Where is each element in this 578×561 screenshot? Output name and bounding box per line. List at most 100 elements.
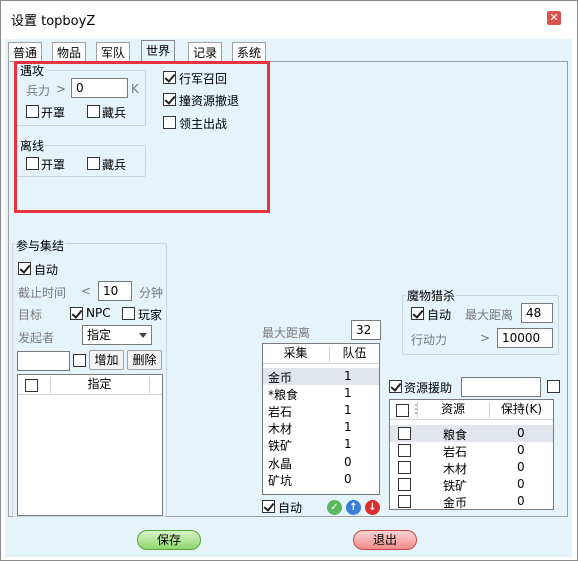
gather-row-value: 1	[344, 420, 352, 434]
gather-row[interactable]: *粮食 1	[263, 385, 379, 402]
monster-max-distance-input[interactable]: 48	[521, 303, 553, 323]
rally-player-checkbox[interactable]	[122, 307, 135, 320]
exit-button[interactable]: 退出	[353, 530, 417, 550]
gather-max-distance-label: 最大距离	[262, 326, 311, 340]
gather-row[interactable]: 木材 1	[263, 419, 379, 436]
monster-auto-label: 自动	[427, 308, 452, 322]
rally-add-button[interactable]: 增加	[89, 350, 124, 370]
gather-row[interactable]: 矿坑 0	[263, 471, 379, 488]
gather-row-value: 1	[344, 369, 352, 383]
gather-row-name: 水晶	[268, 457, 293, 471]
resource-aid-target-input[interactable]	[461, 377, 541, 397]
gather-row-value: 1	[344, 403, 352, 417]
gather-row-name: *粮食	[268, 388, 299, 402]
aid-row-name: 木材	[443, 462, 468, 476]
gather-row-name: 岩石	[268, 405, 293, 419]
tab-world[interactable]: 世界	[141, 40, 176, 62]
aid-row-checkbox[interactable]	[398, 427, 411, 440]
rally-group-label: 参与集结	[15, 237, 66, 254]
rally-name-checkbox[interactable]	[73, 354, 86, 367]
aid-row[interactable]: 岩石 0	[390, 442, 553, 459]
aid-row-checkbox[interactable]	[398, 461, 411, 474]
aid-list-header: ⋮ 资源 保持(K)	[390, 400, 553, 420]
rally-name-input[interactable]	[17, 351, 70, 371]
gather-row-name: 矿坑	[268, 474, 293, 488]
gather-auto-label: 自动	[278, 501, 303, 515]
monster-ap-gt-label: >	[480, 331, 491, 345]
gather-row[interactable]: 金币 1	[263, 368, 379, 385]
aid-row[interactable]: 木材 0	[390, 459, 553, 476]
aid-row-name: 铁矿	[443, 479, 468, 493]
aid-row-value: 0	[517, 443, 525, 457]
rally-deadline-label: 截止时间	[18, 286, 67, 300]
gather-auto-checkbox[interactable]	[262, 500, 275, 513]
rally-auto-label: 自动	[34, 263, 59, 277]
gather-row[interactable]: 铁矿 1	[263, 436, 379, 453]
aid-row-value: 0	[517, 494, 525, 508]
rally-specified-list[interactable]: 指定	[17, 374, 163, 516]
gather-list[interactable]: 采集 队伍 金币 1 *粮食 1 岩石 1 木材 1 铁矿 1 水晶 0 矿坑 …	[262, 343, 380, 495]
resource-aid-list[interactable]: ⋮ 资源 保持(K) 粮食 0 岩石 0 木材 0 铁矿 0 金币 0	[389, 399, 554, 510]
aid-col-keep[interactable]: 保持(K)	[490, 400, 553, 420]
aid-row-name: 岩石	[443, 445, 468, 459]
rally-minutes-label: 分钟	[139, 286, 164, 300]
gather-col-type[interactable]: 采集	[263, 344, 328, 364]
monster-ap-label: 行动力	[411, 333, 448, 347]
close-icon[interactable]: ✕	[547, 11, 561, 25]
monster-hunt-group-label: 魔物猎杀	[406, 287, 457, 304]
tab-army[interactable]: 军队	[96, 42, 131, 62]
tab-log[interactable]: 记录	[188, 42, 223, 62]
monster-max-distance-label: 最大距离	[465, 308, 514, 322]
tab-general[interactable]: 普通	[8, 42, 43, 62]
aid-row-name: 粮食	[443, 428, 468, 442]
aid-row-value: 0	[517, 460, 525, 474]
gather-row-name: 铁矿	[268, 439, 293, 453]
rally-initiator-label: 发起者	[18, 331, 55, 345]
tab-system[interactable]: 系统	[232, 42, 267, 62]
resource-aid-label: 资源援助	[404, 381, 453, 395]
rally-list-col-specified[interactable]: 指定	[51, 375, 148, 395]
gather-row-name: 金币	[268, 371, 293, 385]
aid-row[interactable]: 铁矿 0	[390, 476, 553, 493]
gather-row-value: 0	[344, 472, 352, 486]
aid-row-checkbox[interactable]	[398, 478, 411, 491]
rally-list-select-all-checkbox[interactable]	[25, 379, 38, 392]
check-icon[interactable]: ✓	[327, 500, 342, 515]
highlight-box	[14, 61, 270, 213]
rally-initiator-select[interactable]: 指定	[82, 325, 152, 345]
rally-npc-checkbox[interactable]	[70, 307, 83, 320]
gather-list-header: 采集 队伍	[263, 344, 379, 364]
tab-items[interactable]: 物品	[52, 42, 87, 62]
rally-delete-button[interactable]: 删除	[127, 350, 162, 370]
aid-row[interactable]: 金币 0	[390, 493, 553, 509]
gather-col-team[interactable]: 队伍	[330, 344, 379, 364]
rally-initiator-value: 指定	[87, 328, 112, 342]
rally-auto-checkbox[interactable]	[18, 262, 31, 275]
rally-deadline-lt-label: <	[81, 284, 92, 298]
gather-row-value: 1	[344, 437, 352, 451]
rally-target-label: 目标	[18, 308, 43, 322]
resource-aid-checkbox[interactable]	[389, 380, 402, 393]
aid-row-value: 0	[517, 477, 525, 491]
gather-row[interactable]: 岩石 1	[263, 402, 379, 419]
arrow-up-icon[interactable]: ↑	[346, 500, 361, 515]
window-title: 设置 topboyZ	[11, 14, 96, 29]
rally-npc-label: NPC	[86, 306, 111, 320]
aid-row-checkbox[interactable]	[398, 444, 411, 457]
aid-row-checkbox[interactable]	[398, 495, 411, 508]
rally-deadline-input[interactable]: 10	[98, 281, 132, 301]
aid-select-all-checkbox[interactable]	[396, 404, 409, 417]
rally-player-label: 玩家	[138, 308, 163, 322]
resource-aid-target-checkbox[interactable]	[547, 380, 560, 393]
aid-row[interactable]: 粮食 0	[390, 425, 553, 442]
arrow-down-icon[interactable]: ↓	[365, 500, 380, 515]
rally-list-header: 指定	[18, 375, 162, 395]
gather-row-value: 0	[344, 455, 352, 469]
aid-row-value: 0	[517, 426, 525, 440]
gather-max-distance-input[interactable]: 32	[351, 320, 381, 340]
gather-row[interactable]: 水晶 0	[263, 454, 379, 471]
save-button[interactable]: 保存	[137, 530, 201, 550]
monster-ap-input[interactable]: 10000	[497, 328, 553, 348]
monster-auto-checkbox[interactable]	[411, 307, 424, 320]
aid-col-resource[interactable]: 资源	[418, 400, 488, 420]
